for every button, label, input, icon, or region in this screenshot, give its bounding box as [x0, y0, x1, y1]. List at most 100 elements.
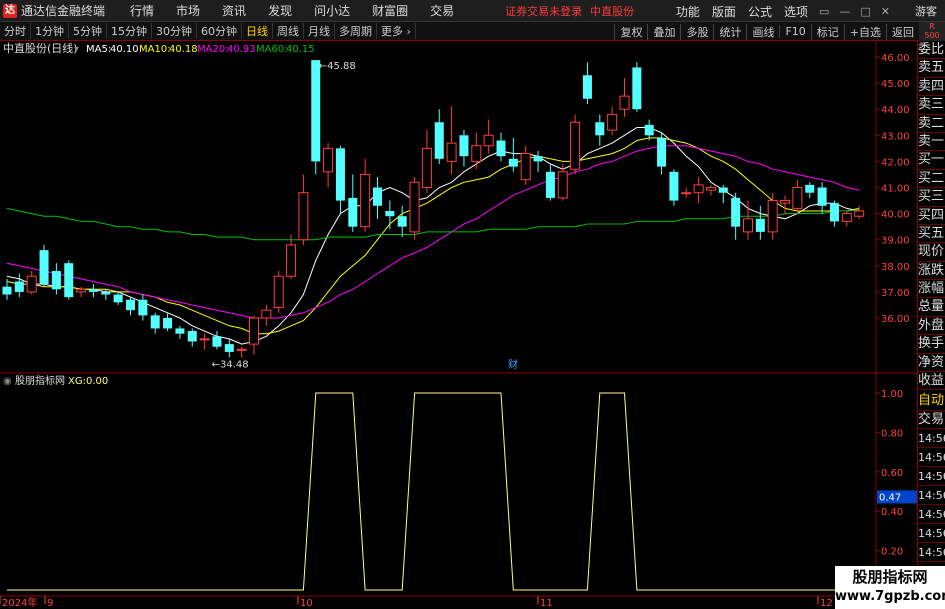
grid-layer [0, 41, 917, 609]
menu-item-market[interactable]: 市场 [165, 2, 211, 19]
back-button[interactable]: 返回 [886, 23, 919, 40]
side-panel-label: 卖一 [918, 133, 945, 152]
app-title: 通达信金融终端 [21, 4, 106, 18]
tab-more[interactable]: 更多 › [377, 23, 416, 39]
candle-body [693, 184, 704, 194]
tab-daily[interactable]: 日线 [242, 23, 273, 39]
candle-body [731, 197, 741, 227]
candlestick [446, 106, 457, 175]
restore-panel-button[interactable]: ▭ [814, 5, 834, 18]
side-panel-label: 买五 [918, 225, 945, 244]
candle-body [657, 137, 667, 167]
chevron-down-icon[interactable]: ▾ [74, 44, 79, 55]
side-panel-trade-label[interactable]: 交易 [918, 411, 945, 430]
stock-period-label: 中直股份(日线) [3, 41, 78, 55]
candle-body [409, 181, 420, 233]
indicator-toggle-icon[interactable]: ◉ [3, 376, 12, 387]
candlestick [348, 174, 358, 232]
candle-body [805, 184, 815, 193]
candle-body [39, 250, 49, 285]
candle-body [841, 213, 852, 222]
tab-weekly[interactable]: 周线 [273, 23, 304, 39]
candle-body [533, 156, 543, 162]
candle-body [64, 263, 74, 298]
candle-body [113, 294, 123, 303]
candlestick [14, 273, 24, 298]
candle-body [792, 187, 803, 209]
tab-1min[interactable]: 1分钟 [31, 23, 69, 39]
candle-body [459, 135, 469, 157]
menu-item-discover[interactable]: 发现 [257, 2, 303, 19]
side-panel-label: 买二 [918, 170, 945, 189]
period-toolbar: 分时 1分钟 5分钟 15分钟 30分钟 60分钟 日线 周线 月线 多周期 更… [0, 22, 945, 41]
tab-monthly[interactable]: 月线 [304, 23, 335, 39]
side-panel-label: 买一 [918, 151, 945, 170]
candle-body [780, 200, 791, 204]
minimize-button[interactable]: — [834, 5, 855, 18]
f10-button[interactable]: F10 [779, 25, 810, 38]
candlestick [644, 119, 654, 141]
candlestick [632, 62, 642, 112]
menu-item-function[interactable]: 功能 [670, 3, 706, 20]
candle-body [681, 192, 692, 195]
candle-body [311, 60, 321, 162]
side-panel-label: 涨幅 [918, 280, 945, 299]
r-badge-number: 500 [924, 31, 940, 40]
close-button[interactable]: ✕ [876, 5, 895, 18]
menu-item-formula[interactable]: 公式 [742, 3, 778, 20]
tab-5min[interactable]: 5分钟 [69, 23, 107, 39]
candlestick [693, 177, 704, 204]
candlestick [249, 315, 259, 355]
candlestick [570, 114, 581, 175]
tab-multi-period[interactable]: 多周期 [335, 23, 377, 39]
trade-login-warning[interactable]: 证券交易未登录 [505, 3, 582, 19]
adjust-button[interactable]: 复权 [614, 23, 647, 40]
candle-body [434, 122, 444, 159]
candle-body [520, 153, 531, 181]
candlestick [298, 174, 309, 245]
add-watchlist-button[interactable]: +自选 [843, 23, 886, 40]
menu-item-ask[interactable]: 问小达 [303, 2, 361, 19]
candlestick [175, 325, 185, 339]
tab-60min[interactable]: 60分钟 [197, 23, 242, 39]
maximize-button[interactable]: □ [855, 5, 875, 18]
tick-time-label: 14:56 [918, 505, 945, 525]
r-badge[interactable]: R 500 [919, 22, 945, 41]
candlestick [533, 150, 543, 172]
menu-item-wealth-circle[interactable]: 财富圈 [361, 2, 419, 19]
multi-stock-button[interactable]: 多股 [680, 23, 713, 40]
r-badge-letter: R [929, 22, 935, 31]
side-panel-trade-label[interactable]: 自动 [918, 392, 945, 411]
candle-body [854, 210, 865, 217]
overlay-button[interactable]: 叠加 [647, 23, 680, 40]
ma10-value: 40.18 [169, 44, 198, 55]
stats-button[interactable]: 统计 [713, 23, 746, 40]
tab-15min[interactable]: 15分钟 [107, 23, 152, 39]
price-tick-label: 39.00 [881, 236, 910, 247]
candle-body [138, 299, 148, 316]
candle-body [373, 187, 382, 206]
chart-area[interactable]: 46.00 45.00 44.00 43.00 42.00 41.00 40.00 39.00… [0, 41, 917, 609]
candle-body [644, 124, 654, 136]
guest-login[interactable]: 游客 [895, 3, 945, 19]
draw-line-button[interactable]: 画线 [746, 23, 779, 40]
candle-body [26, 275, 37, 293]
candle-body [718, 187, 728, 193]
mark-button[interactable]: 标记 [810, 23, 844, 40]
tick-time-label: 14:56 [918, 486, 945, 506]
menu-item-news[interactable]: 资讯 [211, 2, 257, 19]
indicator-tick-label: 0.80 [881, 428, 903, 439]
candle-body [508, 158, 518, 167]
menu-item-options[interactable]: 选项 [778, 3, 814, 20]
menu-item-quotes[interactable]: 行情 [119, 2, 165, 19]
xg-label: XG: [68, 376, 86, 387]
tab-30min[interactable]: 30分钟 [152, 23, 197, 39]
tab-intraday[interactable]: 分时 [0, 23, 31, 39]
candle-body [126, 299, 135, 311]
candlestick [373, 177, 382, 219]
candlestick [187, 328, 197, 347]
candlestick [755, 205, 765, 240]
menu-item-trade[interactable]: 交易 [419, 2, 465, 19]
app-window: { "app": {"logo_text": "达", "title": "通达… [0, 0, 945, 609]
menu-item-layout[interactable]: 版面 [706, 3, 742, 20]
